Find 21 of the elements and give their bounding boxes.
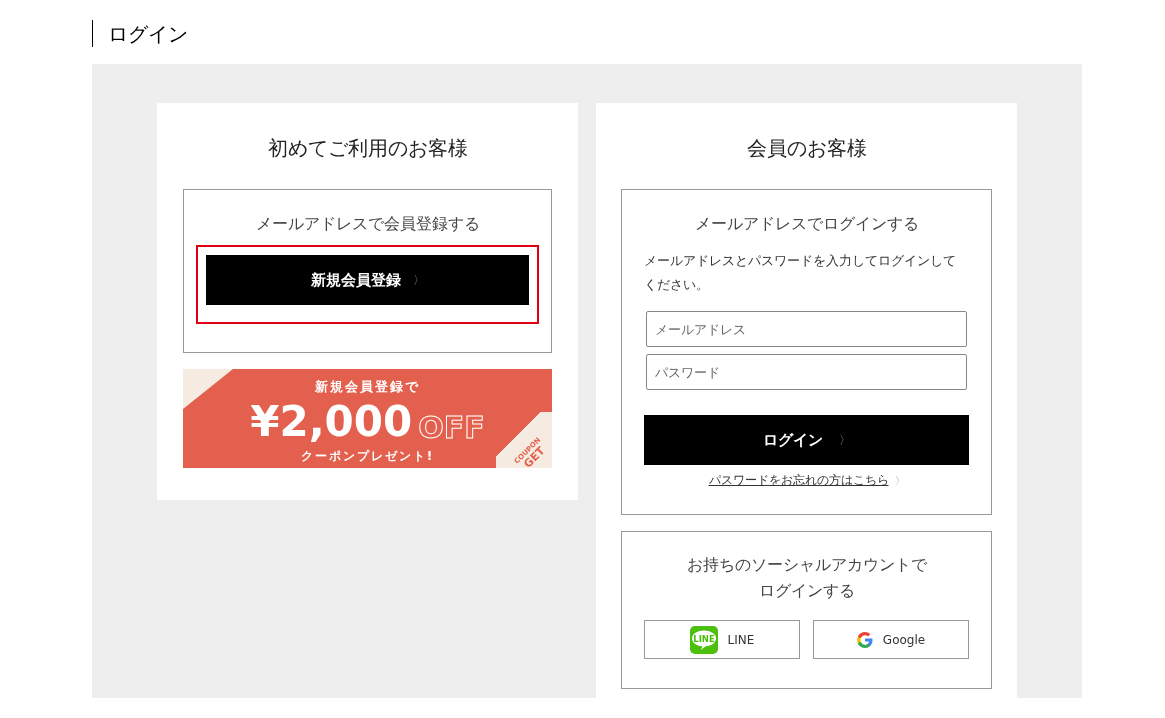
off-text: OFF [418, 412, 485, 443]
card-title: 初めてご利用のお客様 [266, 135, 469, 159]
register-button[interactable]: 新規会員登録 〉 [206, 255, 529, 305]
login-instructions: メールアドレスとパスワードを入力してログインしてください。 [644, 252, 957, 294]
page-title: ログイン [108, 20, 188, 48]
discount-amount: ¥2,000 [250, 400, 413, 443]
stripe-drawing [183, 369, 233, 409]
line-login-button[interactable]: LINE LINE [644, 620, 800, 659]
email-field[interactable]: メールアドレス [646, 311, 967, 347]
g-letter-icon [856, 631, 873, 648]
login-button[interactable]: ログイン 〉 [644, 415, 969, 465]
password-field[interactable]: パスワード [646, 354, 967, 390]
box-title: メールアドレスでログインする [693, 213, 920, 235]
card-title: 会員のお客様 [745, 135, 868, 159]
google-login-button[interactable]: Google [813, 620, 969, 659]
box-title: お持ちのソーシャルアカウントでログインする [685, 554, 928, 602]
chat-bubble-icon: LINE [689, 625, 718, 654]
forgot-password-link[interactable]: パスワードをお忘れの方はこちら 〉 [708, 471, 905, 489]
banner-subline: クーポンプレゼント! [300, 447, 435, 465]
banner-headline: 新規会員登録で [315, 378, 420, 396]
box-title: メールアドレスで会員登録する [254, 213, 481, 235]
